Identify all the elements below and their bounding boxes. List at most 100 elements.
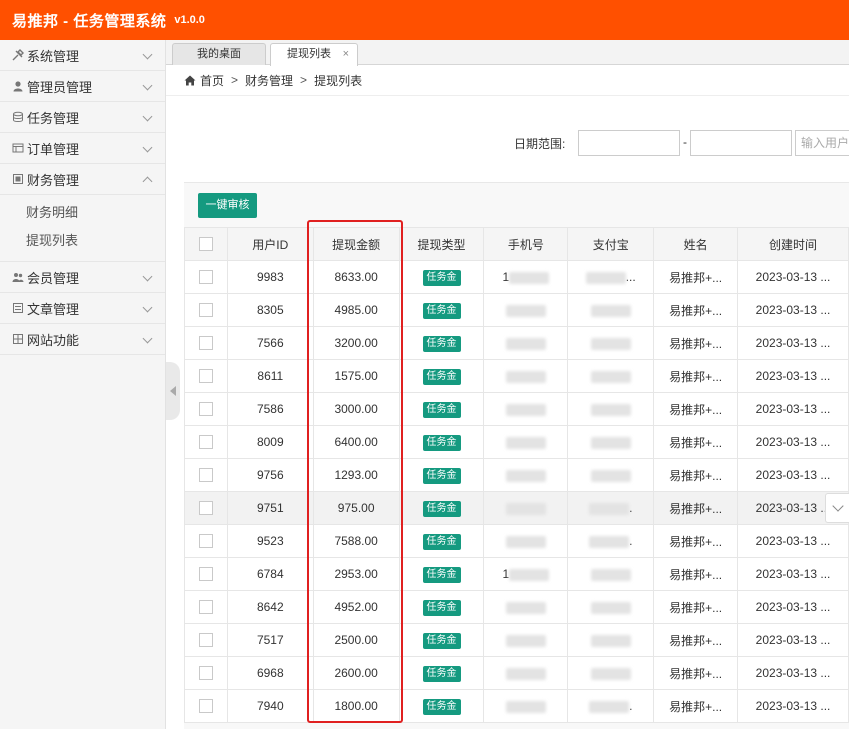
table-row[interactable]: 8009 6400.00 任务金 易推邦+... 2023-03-13 ... bbox=[184, 425, 849, 459]
date-start-input[interactable] bbox=[578, 130, 680, 156]
table-row[interactable]: 7940 1800.00 任务金. 易推邦+... 2023-03-13 ... bbox=[184, 689, 849, 723]
type-tag: 任务金 bbox=[422, 302, 461, 319]
redacted-alipay bbox=[590, 403, 631, 416]
cell-type: 任务金 bbox=[398, 557, 485, 591]
row-checkbox[interactable] bbox=[198, 336, 213, 351]
cell-name: 易推邦+... bbox=[653, 623, 739, 657]
column-header-uid[interactable]: 用户ID bbox=[226, 227, 314, 261]
cell-phone: 1 bbox=[483, 260, 569, 294]
row-checkbox[interactable] bbox=[198, 402, 213, 417]
sidebar-subitem-finance-detail[interactable]: 财务明细 bbox=[0, 199, 165, 227]
cell-created: 2023-03-13 ... bbox=[737, 590, 849, 624]
row-checkbox[interactable] bbox=[198, 369, 213, 384]
row-select-cell bbox=[184, 590, 228, 624]
sidebar-item-orders[interactable]: 订单管理 bbox=[0, 133, 165, 164]
row-checkbox[interactable] bbox=[198, 666, 213, 681]
tab-label: 提现列表 bbox=[287, 48, 331, 60]
column-header-type[interactable]: 提现类型 bbox=[398, 227, 485, 261]
column-header-alipay[interactable]: 支付宝 bbox=[567, 227, 655, 261]
table-row[interactable]: 6968 2600.00 任务金 易推邦+... 2023-03-13 ... bbox=[184, 656, 849, 690]
row-select-cell bbox=[184, 557, 228, 591]
type-tag: 任务金 bbox=[422, 467, 461, 484]
row-checkbox[interactable] bbox=[198, 600, 213, 615]
row-select-cell bbox=[184, 524, 228, 558]
breadcrumb-home[interactable]: 首页 bbox=[200, 72, 224, 89]
cell-type: 任务金 bbox=[398, 260, 485, 294]
row-checkbox[interactable] bbox=[198, 633, 213, 648]
collapse-left-icon bbox=[170, 386, 176, 396]
redacted-phone bbox=[505, 667, 546, 680]
row-checkbox[interactable] bbox=[198, 303, 213, 318]
sidebar-item-admins[interactable]: 管理员管理 bbox=[0, 71, 165, 102]
row-checkbox[interactable] bbox=[198, 435, 213, 450]
cell-name: 易推邦+... bbox=[653, 689, 739, 723]
cell-amount: 3000.00 bbox=[312, 392, 400, 426]
tab-withdraw-list[interactable]: 提现列表 × bbox=[270, 43, 358, 66]
cell-amount: 1293.00 bbox=[312, 458, 400, 492]
row-checkbox[interactable] bbox=[198, 501, 213, 516]
cell-phone bbox=[483, 623, 569, 657]
sidebar-item-site[interactable]: 网站功能 bbox=[0, 324, 165, 355]
table-row[interactable]: 8305 4985.00 任务金 易推邦+... 2023-03-13 ... bbox=[184, 293, 849, 327]
row-select-cell bbox=[184, 689, 228, 723]
cell-alipay bbox=[567, 590, 655, 624]
sidebar-item-finance[interactable]: 财务管理 bbox=[0, 164, 165, 195]
row-checkbox[interactable] bbox=[198, 534, 213, 549]
table-row[interactable]: 7566 3200.00 任务金 易推邦+... 2023-03-13 ... bbox=[184, 326, 849, 360]
cell-created: 2023-03-13 ... bbox=[737, 260, 849, 294]
type-tag: 任务金 bbox=[422, 698, 461, 715]
redacted-phone bbox=[505, 700, 546, 713]
cell-type: 任务金 bbox=[398, 392, 485, 426]
redacted-alipay bbox=[590, 337, 631, 350]
table-row[interactable]: 9523 7588.00 任务金. 易推邦+... 2023-03-13 ... bbox=[184, 524, 849, 558]
chevron-down-icon bbox=[142, 111, 153, 122]
user-search-input[interactable]: 输入用户 bbox=[795, 130, 849, 156]
table-row[interactable]: 6784 2953.00 任务金 1 易推邦+... 2023-03-13 ... bbox=[184, 557, 849, 591]
type-tag: 任务金 bbox=[422, 401, 461, 418]
cell-type: 任务金 bbox=[398, 656, 485, 690]
cell-alipay: . bbox=[567, 491, 655, 525]
column-header-name[interactable]: 姓名 bbox=[653, 227, 739, 261]
breadcrumb-finance[interactable]: 财务管理 bbox=[245, 72, 293, 89]
redacted-alipay bbox=[589, 502, 630, 515]
column-header-phone[interactable]: 手机号 bbox=[483, 227, 569, 261]
row-checkbox[interactable] bbox=[198, 699, 213, 714]
column-header-amount[interactable]: 提现金额 bbox=[312, 227, 400, 261]
sidebar-collapse-handle[interactable] bbox=[166, 362, 180, 420]
table-row[interactable]: 8611 1575.00 任务金 易推邦+... 2023-03-13 ... bbox=[184, 359, 849, 393]
cell-type: 任务金 bbox=[398, 491, 485, 525]
column-header-created[interactable]: 创建时间 bbox=[737, 227, 849, 261]
table-row[interactable]: 9983 8633.00 任务金 1... 易推邦+... 2023-03-13 ... bbox=[184, 260, 849, 294]
sidebar-item-label: 系统管理 bbox=[27, 48, 80, 64]
row-checkbox[interactable] bbox=[198, 468, 213, 483]
cell-type: 任务金 bbox=[398, 590, 485, 624]
redacted-phone bbox=[505, 337, 546, 350]
redacted-alipay bbox=[589, 700, 630, 713]
row-actions-dropdown[interactable] bbox=[825, 493, 849, 523]
row-checkbox[interactable] bbox=[198, 567, 213, 582]
cell-type: 任务金 bbox=[398, 425, 485, 459]
cell-created: 2023-03-13 ... bbox=[737, 557, 849, 591]
sidebar-item-label: 财务管理 bbox=[27, 172, 80, 188]
sidebar-item-tasks[interactable]: 任务管理 bbox=[0, 102, 165, 133]
cell-type: 任务金 bbox=[398, 689, 485, 723]
batch-audit-button[interactable]: 一键审核 bbox=[198, 193, 257, 218]
select-all-checkbox[interactable] bbox=[198, 237, 213, 252]
cell-alipay bbox=[567, 293, 655, 327]
sidebar-item-articles[interactable]: 文章管理 bbox=[0, 293, 165, 324]
cell-created: 2023-03-13 ... bbox=[737, 656, 849, 690]
cell-uid: 7517 bbox=[226, 623, 314, 657]
row-checkbox[interactable] bbox=[198, 270, 213, 285]
tab-my-desktop[interactable]: 我的桌面 bbox=[172, 43, 266, 65]
table-row[interactable]: 9751 975.00 任务金. 易推邦+... 2023-03-13 ... bbox=[184, 491, 849, 525]
date-end-input[interactable] bbox=[690, 130, 792, 156]
table-row[interactable]: 8642 4952.00 任务金 易推邦+... 2023-03-13 ... bbox=[184, 590, 849, 624]
table-row[interactable]: 9756 1293.00 任务金 易推邦+... 2023-03-13 ... bbox=[184, 458, 849, 492]
sidebar-item-system[interactable]: 系统管理 bbox=[0, 40, 165, 71]
table-row[interactable]: 7517 2500.00 任务金 易推邦+... 2023-03-13 ... bbox=[184, 623, 849, 657]
close-icon[interactable]: × bbox=[343, 44, 349, 65]
cell-created: 2023-03-13 ... bbox=[737, 425, 849, 459]
table-row[interactable]: 7586 3000.00 任务金 易推邦+... 2023-03-13 ... bbox=[184, 392, 849, 426]
sidebar-subitem-withdraw-list[interactable]: 提现列表 bbox=[0, 227, 165, 255]
sidebar-item-members[interactable]: 会员管理 bbox=[0, 262, 165, 293]
